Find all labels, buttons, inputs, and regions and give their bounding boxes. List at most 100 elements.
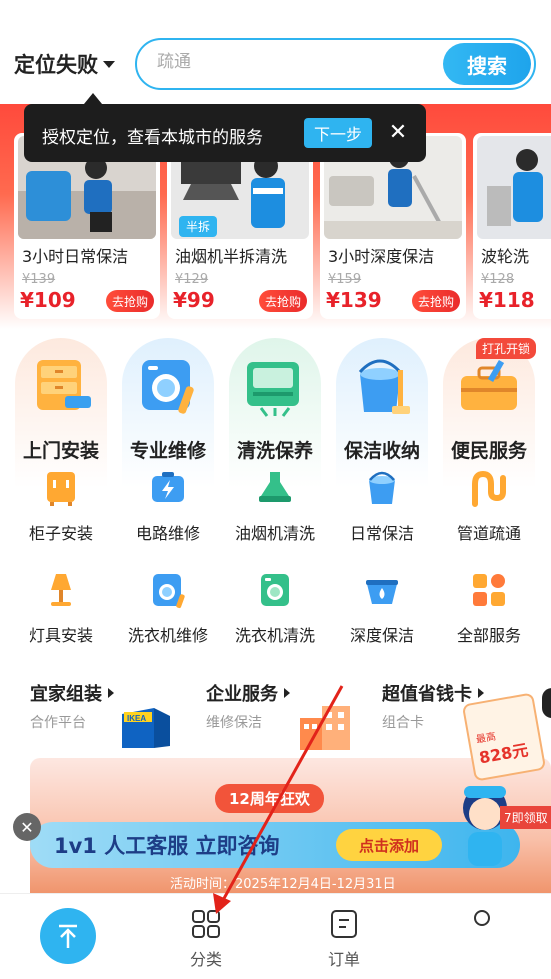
drawer-toolbox-icon — [37, 360, 91, 410]
washer-clean-icon — [261, 574, 289, 606]
promo-ikea[interactable]: 宜家组装 合作平台 — [30, 680, 114, 760]
promo-title: 宜家组装 — [30, 684, 102, 705]
subcategory-label: 柜子安装 — [28, 524, 93, 543]
claim-tag[interactable]: 7即领取 — [500, 806, 551, 829]
promo-title: 企业服务 — [206, 684, 278, 705]
location-selector[interactable]: 定位失败 — [14, 49, 115, 79]
deal-original-price: ¥129 — [175, 272, 209, 287]
promo-title: 超值省钱卡 — [382, 684, 472, 705]
subcategory-label: 管道疏通 — [456, 524, 521, 543]
category-badge: 打孔开锁 — [476, 338, 537, 359]
close-icon[interactable]: ✕ — [386, 118, 410, 148]
category-repair[interactable]: 专业维修 — [122, 338, 214, 488]
search-input[interactable] — [157, 52, 427, 72]
subcategory-label: 全部服务 — [456, 626, 521, 645]
chevron-right-icon — [478, 688, 484, 698]
next-step-button[interactable]: 下一步 — [304, 118, 372, 148]
subcategory-daily-cleaning[interactable]: 日常保洁 — [332, 468, 432, 544]
category-housekeeping[interactable]: 保洁收纳 — [336, 338, 428, 488]
deal-title: 波轮洗 — [481, 247, 530, 266]
activity-time: 活动时间：2025年12月4日-12月31日 — [170, 877, 396, 892]
profile-icon — [474, 910, 490, 926]
subcategory-all-services[interactable]: 全部服务 — [439, 570, 539, 646]
buy-button[interactable]: 去抢购 — [258, 290, 307, 312]
chevron-right-icon — [284, 688, 290, 698]
anniversary-banner[interactable]: 12周年狂欢 1v1 人工客服 立即咨询 点击添加 活动时间：2025年12月4… — [30, 758, 551, 893]
washer-wrench-icon — [142, 360, 194, 414]
search-bar[interactable]: 搜索 — [135, 38, 536, 90]
subcategory-hood-cleaning[interactable]: 油烟机清洗 — [225, 468, 325, 544]
bucket-mop-icon — [358, 359, 410, 414]
deal-original-price: ¥159 — [328, 272, 362, 287]
basin-drop-icon — [366, 580, 398, 604]
tooltip-arrow — [84, 93, 102, 104]
order-list-icon — [331, 910, 357, 938]
category-label: 专业维修 — [129, 440, 206, 462]
deal-title: 3小时日常保洁 — [22, 247, 129, 266]
toolbox-icon — [461, 359, 517, 410]
anniversary-label: 12周年狂欢 — [215, 784, 324, 813]
floating-side-handle[interactable] — [542, 688, 551, 718]
deal-tag: 半拆 — [179, 216, 218, 237]
deal-price: ¥99 — [173, 288, 215, 312]
subcategory-pipe-unclog[interactable]: 管道疏通 — [439, 468, 539, 544]
subcategory-deep-cleaning[interactable]: 深度保洁 — [332, 570, 432, 646]
category-label: 便民服务 — [450, 440, 527, 462]
close-icon[interactable]: ✕ — [13, 813, 41, 841]
subcategory-label: 油烟机清洗 — [234, 524, 315, 543]
bottom-tab-bar: 分类 订单 — [0, 893, 551, 979]
promo-subtitle: 合作平台 — [30, 715, 86, 731]
ac-unit-icon — [247, 362, 299, 417]
deal-image — [477, 136, 551, 239]
washer-repair-icon — [153, 574, 185, 609]
deal-price: ¥118 — [479, 288, 535, 312]
subcategory-washer-cleaning[interactable]: 洗衣机清洗 — [225, 570, 325, 646]
location-label: 定位失败 — [14, 53, 98, 77]
grid-icon — [192, 910, 220, 938]
back-to-top-button[interactable] — [40, 908, 96, 964]
category-label: 保洁收纳 — [343, 440, 420, 462]
coupon-card: 最高 828元 — [461, 692, 547, 782]
promo-subtitle: 维修保洁 — [206, 715, 262, 731]
cabinet-icon — [47, 472, 75, 506]
subcategory-washer-repair[interactable]: 洗衣机维修 — [118, 570, 218, 646]
subcategory-cabinet-install[interactable]: 柜子安装 — [11, 468, 111, 544]
add-button[interactable]: 点击添加 — [336, 829, 442, 861]
category-cleaning[interactable]: 清洗保养 — [229, 338, 321, 488]
category-convenience[interactable]: 便民服务 — [443, 338, 535, 488]
tab-category[interactable]: 分类 — [171, 908, 241, 970]
tab-profile[interactable] — [447, 908, 517, 946]
buy-button[interactable]: 去抢购 — [105, 290, 154, 312]
ikea-logo-text: IKEA — [127, 714, 146, 723]
consult-strip[interactable]: 1v1 人工客服 立即咨询 点击添加 — [30, 822, 520, 868]
range-hood-icon — [259, 472, 291, 502]
category-install[interactable]: 上门安装 — [15, 338, 107, 488]
deal-original-price: ¥128 — [481, 272, 515, 287]
tab-label: 分类 — [189, 950, 222, 969]
arrow-up-icon — [59, 924, 77, 948]
subcategory-circuit-repair[interactable]: 电路维修 — [118, 468, 218, 544]
category-label: 上门安装 — [22, 440, 99, 462]
subcategory-label: 灯具安装 — [28, 626, 93, 645]
subcategory-label: 洗衣机清洗 — [234, 626, 315, 645]
buy-button[interactable]: 去抢购 — [411, 290, 460, 312]
subcategory-label: 电路维修 — [135, 524, 200, 543]
bucket-icon — [369, 471, 395, 504]
grid-apps-icon — [473, 574, 505, 606]
search-button[interactable]: 搜索 — [443, 43, 531, 85]
deal-card[interactable]: 波轮洗 ¥128 ¥118 — [473, 133, 551, 319]
caret-down-icon — [103, 60, 115, 68]
lamp-icon — [51, 574, 71, 606]
deal-price: ¥109 — [20, 288, 76, 312]
deal-title: 油烟机半拆清洗 — [175, 247, 288, 266]
chevron-right-icon — [108, 688, 114, 698]
subcategory-lamp-install[interactable]: 灯具安装 — [11, 570, 111, 646]
deal-title: 3小时深度保洁 — [328, 247, 435, 266]
battery-lightning-icon — [152, 472, 184, 502]
tab-orders[interactable]: 订单 — [309, 908, 379, 970]
deal-price: ¥139 — [326, 288, 382, 312]
tab-label: 订单 — [327, 950, 360, 969]
promo-enterprise[interactable]: 企业服务 维修保洁 — [206, 680, 290, 760]
location-tooltip: 授权定位，查看本城市的服务 下一步 ✕ — [24, 104, 426, 162]
subcategory-label: 深度保洁 — [349, 626, 414, 645]
